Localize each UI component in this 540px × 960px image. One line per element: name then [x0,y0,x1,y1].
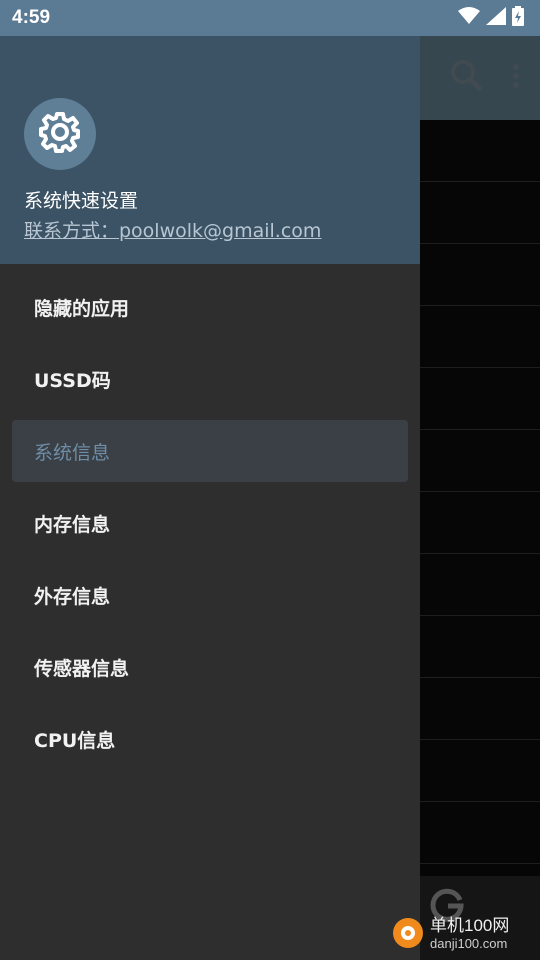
menu-item-hidden-apps[interactable]: 隐藏的应用 [12,276,408,338]
app-title: 系统快速设置 [24,190,139,212]
drawer-menu: 隐藏的应用 USSD码 系统信息 内存信息 外存信息 传感器信息 CPU信息 [0,264,420,770]
screen: 4:59 系统快速设置 联系方式：poolwolk@gmail.com 隐藏的应… [0,0,540,960]
avatar [24,98,96,170]
status-time: 4:59 [12,7,51,28]
status-bar: 4:59 [0,0,540,36]
menu-item-ussd-code[interactable]: USSD码 [12,348,408,410]
menu-item-system-info[interactable]: 系统信息 [12,420,408,482]
gear-icon [38,110,82,158]
menu-item-memory-info[interactable]: 内存信息 [12,492,408,554]
watermark-title: 单机100网 [430,916,510,935]
wifi-icon [458,7,480,29]
menu-item-cpu-info[interactable]: CPU信息 [12,708,408,770]
watermark-text: 单机100网 danji100.com [430,917,509,953]
menu-item-storage-info[interactable]: 外存信息 [12,564,408,626]
menu-item-sensor-info[interactable]: 传感器信息 [12,636,408,698]
navigation-drawer: 系统快速设置 联系方式：poolwolk@gmail.com 隐藏的应用 USS… [0,36,420,960]
status-icons [458,6,524,30]
watermark-url: danji100.com [430,936,508,951]
cell-signal-icon [486,7,506,29]
watermark: 单机100网 danji100.com [390,910,540,960]
contact-email-link[interactable]: 联系方式：poolwolk@gmail.com [24,216,321,243]
search-icon[interactable] [450,59,484,97]
drawer-header: 系统快速设置 联系方式：poolwolk@gmail.com [0,36,420,264]
battery-icon [512,6,524,30]
more-options-icon[interactable] [512,63,520,93]
watermark-logo-icon [390,915,426,955]
